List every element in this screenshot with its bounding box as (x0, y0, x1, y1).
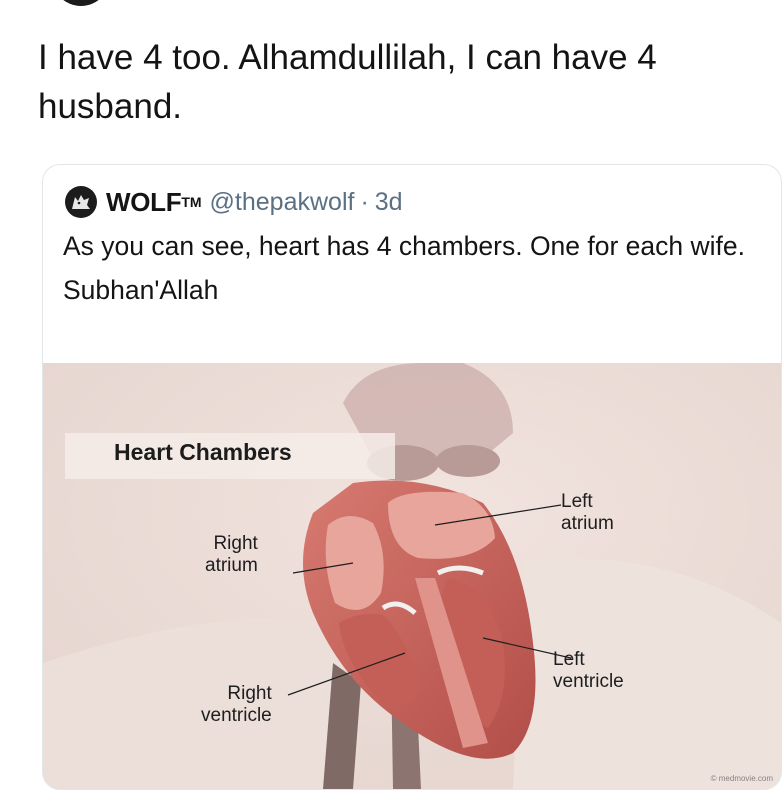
quoted-tweet-header: WOLF TM @thepakwolf · 3d (65, 185, 403, 219)
vessel-opening (436, 445, 500, 477)
quoted-timestamp[interactable]: 3d (375, 188, 403, 217)
label-line: Right (227, 683, 272, 704)
quoted-display-name[interactable]: WOLF (106, 187, 182, 218)
quoted-text-line1: As you can see, heart has 4 chambers. On… (63, 231, 745, 261)
watermark: © medmovie.com (710, 774, 773, 783)
label-left-atrium: Left atrium (561, 491, 614, 535)
label-line: ventricle (553, 671, 624, 692)
heart-chambers-image[interactable]: Heart Chambers Right atrium Left atrium … (43, 363, 781, 789)
heart-illustration (43, 363, 781, 789)
label-line: atrium (561, 513, 614, 534)
label-right-atrium: Right atrium (205, 533, 258, 577)
wolf-head-icon (72, 195, 90, 209)
label-right-ventricle: Right ventricle (201, 683, 272, 727)
label-line: Left (561, 491, 593, 512)
label-left-ventricle: Left ventricle (553, 649, 624, 693)
right-atrium-chamber (325, 515, 384, 611)
quoted-tweet-card[interactable]: WOLF TM @thepakwolf · 3d As you can see, … (42, 164, 782, 790)
quoted-text-line2: Subhan'Allah (63, 275, 219, 305)
trademark-mark: TM (181, 194, 202, 210)
label-line: Left (553, 649, 585, 670)
header-separator: · (360, 187, 369, 216)
label-line: Right (213, 533, 258, 554)
image-title: Heart Chambers (114, 439, 292, 465)
quoted-tweet-body: As you can see, heart has 4 chambers. On… (63, 227, 763, 309)
label-line: atrium (205, 555, 258, 576)
tweet-author-avatar[interactable] (52, 0, 110, 6)
label-line: ventricle (201, 705, 272, 726)
wolf-avatar[interactable] (65, 186, 97, 218)
quoted-handle[interactable]: @thepakwolf (210, 188, 355, 217)
tweet-text: I have 4 too. Alhamdullilah, I can have … (38, 38, 657, 126)
